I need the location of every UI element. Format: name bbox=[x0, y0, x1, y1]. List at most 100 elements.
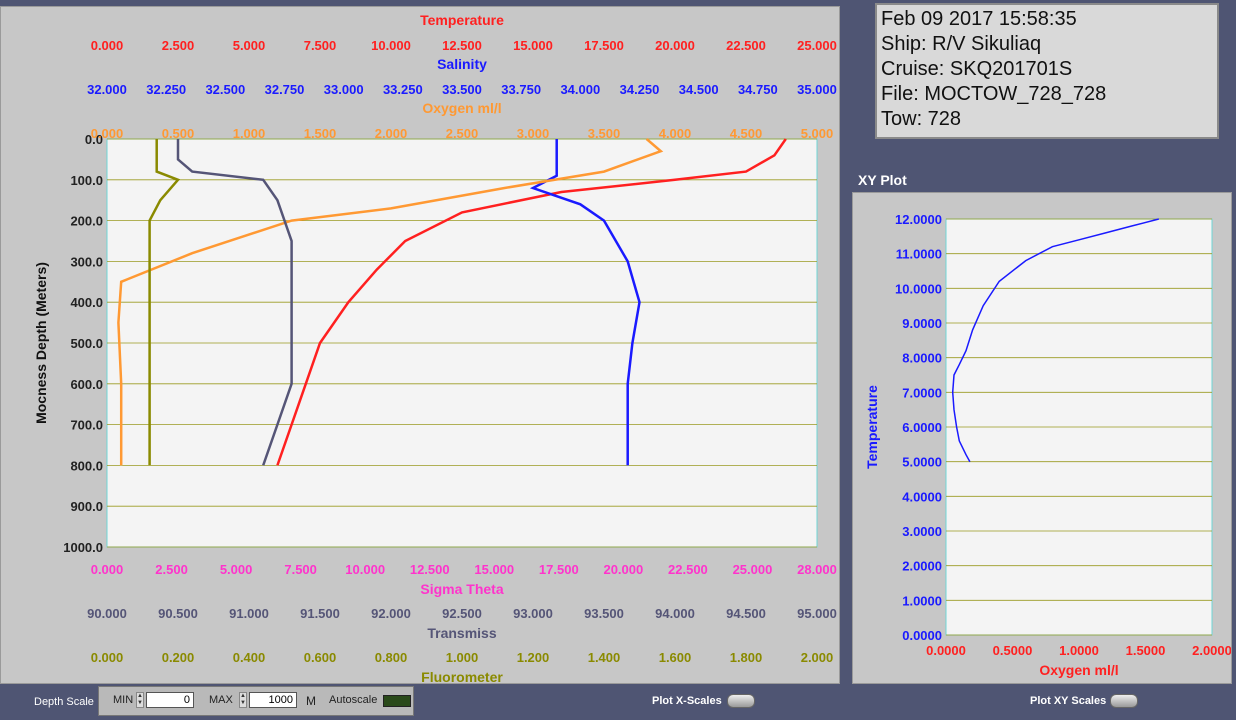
bottom-axis-title: Sigma Theta bbox=[420, 581, 503, 597]
top-tick-label: 32.250 bbox=[146, 82, 186, 97]
top-tick-label: 34.000 bbox=[560, 82, 600, 97]
bottom-tick-label: 0.000 bbox=[91, 562, 124, 577]
unit-label: M bbox=[306, 694, 316, 708]
bottom-tick-label: 20.000 bbox=[603, 562, 643, 577]
xy-plot-title: XY Plot bbox=[858, 172, 907, 188]
depth-profile-chart[interactable]: 0.0100.0200.0300.0400.0500.0600.0700.080… bbox=[1, 7, 839, 683]
bottom-tick-label: 91.500 bbox=[300, 606, 340, 621]
depth-scale-control: MIN ▲ ▼ 0 MAX ▲ ▼ 1000 M Autoscale bbox=[98, 686, 414, 716]
xy-y-tick-label: 0.0000 bbox=[902, 628, 942, 643]
xy-y-tick-label: 3.0000 bbox=[902, 524, 942, 539]
xy-x-tick-label: 0.0000 bbox=[926, 643, 966, 658]
xy-y-tick-label: 8.0000 bbox=[902, 351, 942, 366]
top-tick-label: 7.500 bbox=[304, 38, 337, 53]
top-tick-label: 3.000 bbox=[517, 126, 550, 141]
top-tick-label: 5.000 bbox=[801, 126, 834, 141]
bottom-tick-label: 15.000 bbox=[474, 562, 514, 577]
bottom-tick-label: 10.000 bbox=[345, 562, 385, 577]
bottom-tick-label: 91.000 bbox=[229, 606, 269, 621]
autoscale-label: Autoscale bbox=[329, 694, 378, 706]
top-tick-label: 33.500 bbox=[442, 82, 482, 97]
top-tick-label: 3.500 bbox=[588, 126, 621, 141]
xy-y-tick-label: 6.0000 bbox=[902, 420, 942, 435]
xy-y-tick-label: 1.0000 bbox=[902, 593, 942, 608]
ship-text: Ship: R/V Sikuliaq bbox=[881, 33, 1042, 55]
max-depth-input[interactable]: 1000 bbox=[249, 692, 297, 708]
bottom-tick-label: 1.800 bbox=[730, 650, 763, 665]
bottom-tick-label: 7.500 bbox=[284, 562, 317, 577]
bottom-tick-label: 5.000 bbox=[220, 562, 253, 577]
autoscale-toggle[interactable] bbox=[383, 695, 411, 707]
xy-y-tick-label: 9.0000 bbox=[902, 316, 942, 331]
bottom-tick-label: 28.000 bbox=[797, 562, 837, 577]
y-tick-label: 100.0 bbox=[70, 173, 103, 188]
xy-y-tick-label: 12.0000 bbox=[895, 212, 942, 227]
top-tick-label: 25.000 bbox=[797, 38, 837, 53]
y-tick-label: 1000.0 bbox=[63, 540, 103, 555]
top-tick-label: 0.000 bbox=[91, 38, 124, 53]
datetime-text: Feb 09 2017 15:58:35 bbox=[881, 8, 1077, 30]
bottom-tick-label: 17.500 bbox=[539, 562, 579, 577]
cruise-text: Cruise: SKQ201701S bbox=[881, 58, 1073, 80]
bottom-tick-label: 0.000 bbox=[91, 650, 124, 665]
xy-y-tick-label: 4.0000 bbox=[902, 489, 942, 504]
top-tick-label: 2.000 bbox=[375, 126, 408, 141]
file-text: File: MOCTOW_728_728 bbox=[881, 83, 1107, 105]
xy-y-tick-label: 2.0000 bbox=[902, 559, 942, 574]
top-tick-label: 33.000 bbox=[324, 82, 364, 97]
bottom-tick-label: 1.400 bbox=[588, 650, 621, 665]
top-tick-label: 33.250 bbox=[383, 82, 423, 97]
tow-text: Tow: 728 bbox=[881, 108, 962, 130]
xy-y-tick-label: 7.0000 bbox=[902, 385, 942, 400]
bottom-tick-label: 0.800 bbox=[375, 650, 408, 665]
top-tick-label: 34.500 bbox=[679, 82, 719, 97]
y-tick-label: 700.0 bbox=[70, 418, 103, 433]
tow-info-box: Feb 09 2017 15:58:35 Ship: R/V Sikuliaq … bbox=[875, 3, 1219, 139]
top-tick-label: 22.500 bbox=[726, 38, 766, 53]
bottom-tick-label: 1.600 bbox=[659, 650, 692, 665]
top-axis-title: Oxygen ml/l bbox=[422, 100, 501, 116]
top-tick-label: 10.000 bbox=[371, 38, 411, 53]
plot-xy-scales-label: Plot XY Scales bbox=[1030, 695, 1107, 707]
bottom-tick-label: 12.500 bbox=[410, 562, 450, 577]
top-tick-label: 34.750 bbox=[738, 82, 778, 97]
xy-y-axis-title: Temperature bbox=[864, 385, 880, 469]
max-label: MAX bbox=[209, 694, 233, 706]
y-tick-label: 600.0 bbox=[70, 377, 103, 392]
bottom-tick-label: 93.000 bbox=[513, 606, 553, 621]
top-axis-title: Salinity bbox=[437, 56, 487, 72]
top-tick-label: 5.000 bbox=[233, 38, 266, 53]
bottom-tick-label: 0.200 bbox=[162, 650, 195, 665]
main-plot-panel: 0.0 100.0 200.0 300.0 400.0 500.0 600.0 700.0 80… bbox=[0, 6, 840, 684]
xy-y-tick-label: 5.0000 bbox=[902, 455, 942, 470]
top-tick-label: 1.000 bbox=[233, 126, 266, 141]
top-tick-label: 17.500 bbox=[584, 38, 624, 53]
top-tick-label: 32.000 bbox=[87, 82, 127, 97]
bottom-axis-title: Transmiss bbox=[427, 625, 496, 641]
max-spinner[interactable]: ▲ ▼ bbox=[239, 692, 247, 708]
bottom-tick-label: 92.500 bbox=[442, 606, 482, 621]
top-tick-label: 1.500 bbox=[304, 126, 337, 141]
bottom-tick-label: 90.500 bbox=[158, 606, 198, 621]
bottom-tick-label: 92.000 bbox=[371, 606, 411, 621]
top-tick-label: 4.500 bbox=[730, 126, 763, 141]
xy-x-tick-label: 1.5000 bbox=[1126, 643, 1166, 658]
top-tick-label: 33.750 bbox=[501, 82, 541, 97]
top-tick-label: 34.250 bbox=[620, 82, 660, 97]
min-depth-input[interactable]: 0 bbox=[146, 692, 194, 708]
bottom-tick-label: 2.500 bbox=[155, 562, 188, 577]
xy-x-tick-label: 0.5000 bbox=[993, 643, 1033, 658]
xy-plot-chart[interactable]: 0.0000 1.0000 2.0000 3.0000 4.0000 5.0000 6.00… bbox=[853, 193, 1231, 683]
xy-x-tick-label: 1.0000 bbox=[1059, 643, 1099, 658]
plot-xy-scales-toggle[interactable] bbox=[1110, 694, 1138, 708]
bottom-tick-label: 22.500 bbox=[668, 562, 708, 577]
bottom-tick-label: 93.500 bbox=[584, 606, 624, 621]
y-tick-label: 300.0 bbox=[70, 254, 103, 269]
bottom-axis-title: Fluorometer bbox=[421, 669, 503, 683]
y-tick-label: 800.0 bbox=[70, 458, 103, 473]
min-spinner[interactable]: ▲ ▼ bbox=[136, 692, 144, 708]
y-tick-label: 400.0 bbox=[70, 295, 103, 310]
plot-x-scales-toggle[interactable] bbox=[727, 694, 755, 708]
bottom-tick-label: 95.000 bbox=[797, 606, 837, 621]
bottom-tick-label: 90.000 bbox=[87, 606, 127, 621]
